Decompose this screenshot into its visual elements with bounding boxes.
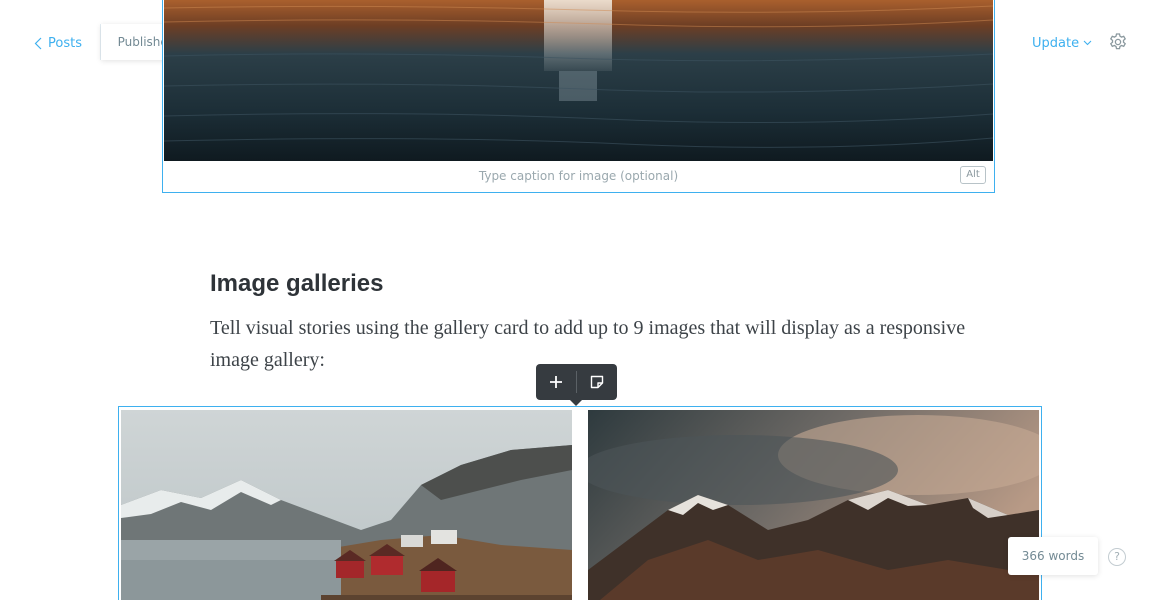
mountain-peaks-photo (588, 410, 1039, 600)
gallery-image-village[interactable] (121, 410, 572, 600)
card-toolbar (536, 364, 617, 406)
update-button[interactable]: Update (1032, 33, 1092, 53)
alt-text-toggle[interactable]: Alt (960, 166, 986, 184)
editor-screen: Posts Published Update Type caption for … (0, 0, 1160, 600)
section-heading[interactable]: Image galleries (210, 270, 383, 298)
toolbar-snippet-button[interactable] (577, 364, 617, 400)
chevron-down-icon (1083, 40, 1092, 46)
image-caption-input[interactable]: Type caption for image (optional) (163, 169, 994, 183)
toolbar-add-button[interactable] (536, 364, 576, 400)
question-circle-icon[interactable]: ? (1108, 548, 1126, 566)
word-count-label: 366 words (1021, 549, 1085, 563)
gallery-image-mountains[interactable] (588, 410, 1039, 600)
plus-icon (550, 376, 562, 388)
gear-icon[interactable] (1108, 32, 1128, 52)
image-card[interactable]: Type caption for image (optional) Alt (162, 0, 995, 193)
lake-reflection-image (164, 0, 993, 161)
update-button-label: Update (1032, 35, 1080, 51)
back-to-posts-link[interactable]: Posts (34, 33, 82, 53)
sticky-note-icon (590, 375, 604, 389)
word-count-badge: 366 words (1008, 537, 1098, 575)
gallery-card[interactable] (118, 406, 1042, 600)
fjord-village-photo (121, 410, 572, 600)
back-link-label: Posts (48, 35, 82, 51)
chevron-left-icon (34, 37, 42, 49)
